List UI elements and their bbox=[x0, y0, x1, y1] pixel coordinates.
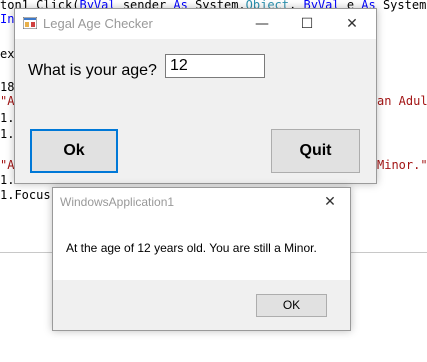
close-button[interactable]: ✕ bbox=[329, 9, 375, 39]
message-close-button[interactable]: ✕ bbox=[318, 190, 342, 214]
age-input[interactable] bbox=[165, 54, 265, 78]
code-line-5-right: an Adul bbox=[377, 94, 427, 108]
legal-age-checker-window: Legal Age Checker — ☐ ✕ What is your age… bbox=[14, 8, 377, 184]
message-footer: OK bbox=[53, 280, 350, 330]
window-title: Legal Age Checker bbox=[43, 16, 153, 31]
message-box: WindowsApplication1 ✕ At the age of 12 y… bbox=[52, 187, 351, 331]
message-box-title: WindowsApplication1 bbox=[60, 195, 175, 209]
code-line-8-right: Minor." bbox=[377, 158, 427, 172]
code-line-8: "A bbox=[0, 158, 15, 172]
code-line-5: "A bbox=[0, 94, 15, 108]
minimize-button[interactable]: — bbox=[239, 9, 285, 39]
title-bar[interactable]: Legal Age Checker — ☐ ✕ bbox=[15, 9, 376, 39]
message-text: At the age of 12 years old. You are stil… bbox=[66, 241, 317, 255]
code-line-2: In bbox=[0, 12, 15, 26]
code-line-3: ex bbox=[0, 47, 15, 61]
ok-button[interactable]: Ok bbox=[30, 129, 118, 173]
age-label: What is your age? bbox=[28, 62, 157, 79]
code-line-7: 1. bbox=[0, 127, 15, 141]
quit-button[interactable]: Quit bbox=[271, 129, 360, 173]
app-icon bbox=[23, 17, 37, 29]
message-title-bar[interactable]: WindowsApplication1 ✕ bbox=[53, 188, 350, 216]
code-line-6: 1. bbox=[0, 111, 15, 125]
message-ok-button[interactable]: OK bbox=[256, 294, 327, 317]
maximize-button[interactable]: ☐ bbox=[284, 9, 330, 39]
code-line-4: 18 bbox=[0, 80, 15, 94]
code-line-10: 1.Focus( bbox=[0, 188, 58, 202]
